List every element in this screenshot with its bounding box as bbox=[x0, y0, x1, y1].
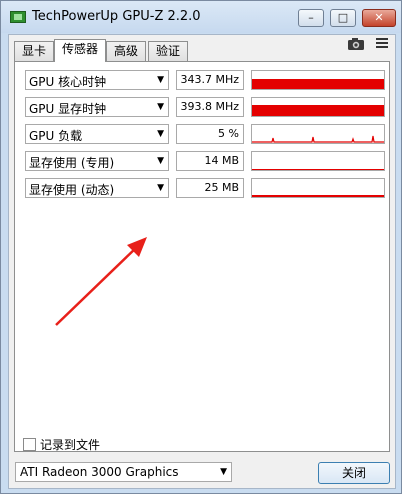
log-to-file-checkbox[interactable] bbox=[23, 438, 36, 451]
window-title: TechPowerUp GPU-Z 2.2.0 bbox=[32, 9, 201, 24]
maximize-button[interactable]: □ bbox=[330, 9, 356, 27]
tab-advanced[interactable]: 高级 bbox=[106, 41, 146, 61]
sensors-panel: GPU 核心时钟 ▼ 343.7 MHz GPU 显存时钟 ▼ 393.8 MH… bbox=[14, 61, 390, 452]
gpu-z-app-icon bbox=[10, 11, 26, 23]
gpu-select-value: ATI Radeon 3000 Graphics bbox=[20, 465, 179, 479]
close-window-button[interactable]: ✕ bbox=[362, 9, 396, 27]
annotation-arrow bbox=[55, 237, 147, 326]
tab-sensors[interactable]: 传感器 bbox=[54, 39, 106, 62]
tab-graphics-card[interactable]: 显卡 bbox=[14, 41, 54, 61]
title-bar[interactable]: TechPowerUp GPU-Z 2.2.0 – □ ✕ bbox=[1, 1, 401, 33]
hamburger-menu-icon[interactable] bbox=[375, 36, 389, 54]
log-to-file-label: 记录到文件 bbox=[40, 438, 101, 452]
gpu-z-window: TechPowerUp GPU-Z 2.2.0 – □ ✕ 显卡 传感器 高级 … bbox=[0, 0, 402, 494]
dropdown-arrow-icon: ▼ bbox=[220, 467, 227, 477]
gpu-select-dropdown[interactable]: ATI Radeon 3000 Graphics ▼ bbox=[15, 462, 232, 482]
client-area: 显卡 传感器 高级 验证 GPU 核心时钟 ▼ 343.7 MHz GPU 显存… bbox=[8, 34, 396, 489]
close-button[interactable]: 关闭 bbox=[318, 462, 390, 484]
camera-icon[interactable] bbox=[347, 37, 365, 55]
minimize-button[interactable]: – bbox=[298, 9, 324, 27]
tab-validation[interactable]: 验证 bbox=[148, 41, 188, 61]
